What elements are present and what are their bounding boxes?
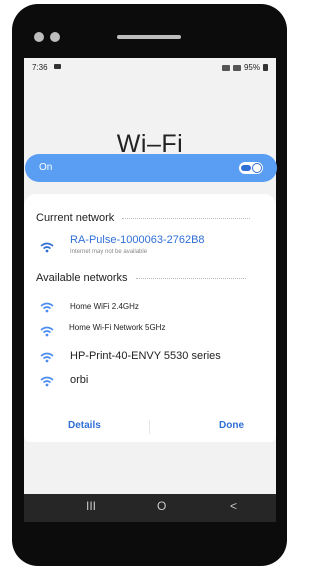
available-networks-header: Available networks <box>36 272 246 284</box>
action-bar: Details Done <box>24 416 276 438</box>
network-row[interactable]: Home WiFi 2.4GHz <box>24 298 276 320</box>
notification-icon <box>54 64 61 69</box>
section-divider <box>135 277 246 279</box>
phone-frame: 7:36 95% Wi–Fi On Current network RA-Pul… <box>12 4 287 566</box>
network-row[interactable]: HP-Print-40-ENVY 5530 series <box>24 348 276 370</box>
battery-text: 95% <box>243 63 260 72</box>
battery-icon <box>263 64 268 71</box>
wifi-toggle-bar[interactable]: On <box>25 154 277 182</box>
status-icons: 95% <box>221 63 268 72</box>
toggle-knob <box>252 163 262 173</box>
network-row[interactable]: orbi <box>24 372 276 394</box>
network-name: Home Wi-Fi Network 5GHz <box>69 323 166 332</box>
wifi-icon <box>40 302 54 313</box>
toggle-track <box>241 165 251 171</box>
available-networks-label: Available networks <box>36 272 128 284</box>
camera-icon <box>34 32 44 42</box>
current-network-name: RA-Pulse-1000063-2762B8 <box>70 234 205 246</box>
home-button[interactable]: O <box>157 499 166 513</box>
section-divider <box>122 217 251 219</box>
current-network-label: Current network <box>36 212 115 224</box>
wifi-toggle[interactable] <box>239 162 263 174</box>
sensor-icon <box>50 32 60 42</box>
current-network-status: Internet may not be available <box>70 249 148 255</box>
wifi-icon <box>40 326 54 337</box>
network-name: orbi <box>70 374 89 386</box>
toggle-label: On <box>39 162 53 173</box>
network-name: HP-Print-40-ENVY 5530 series <box>70 350 221 362</box>
details-button[interactable]: Details <box>68 420 101 431</box>
wifi-icon <box>40 352 54 363</box>
wifi-icon <box>40 376 54 387</box>
current-network-header: Current network <box>36 212 251 224</box>
network-card: Current network RA-Pulse-1000063-2762B8 … <box>24 194 276 442</box>
wifi-status-icon <box>232 64 241 71</box>
recents-button[interactable]: III <box>86 499 96 513</box>
status-time: 7:36 <box>32 63 48 72</box>
network-name: Home WiFi 2.4GHz <box>70 302 139 311</box>
action-divider <box>149 420 150 434</box>
wifi-icon <box>40 242 54 253</box>
speaker-grille <box>117 35 181 39</box>
done-button[interactable]: Done <box>219 420 244 431</box>
signal-icon <box>221 64 230 71</box>
network-row[interactable]: Home Wi-Fi Network 5GHz <box>24 322 276 344</box>
status-bar: 7:36 95% <box>24 58 276 76</box>
current-network-row[interactable]: RA-Pulse-1000063-2762B8 Internet may not… <box>24 234 276 262</box>
navigation-bar: III O < <box>24 494 276 522</box>
back-button[interactable]: < <box>230 499 237 513</box>
